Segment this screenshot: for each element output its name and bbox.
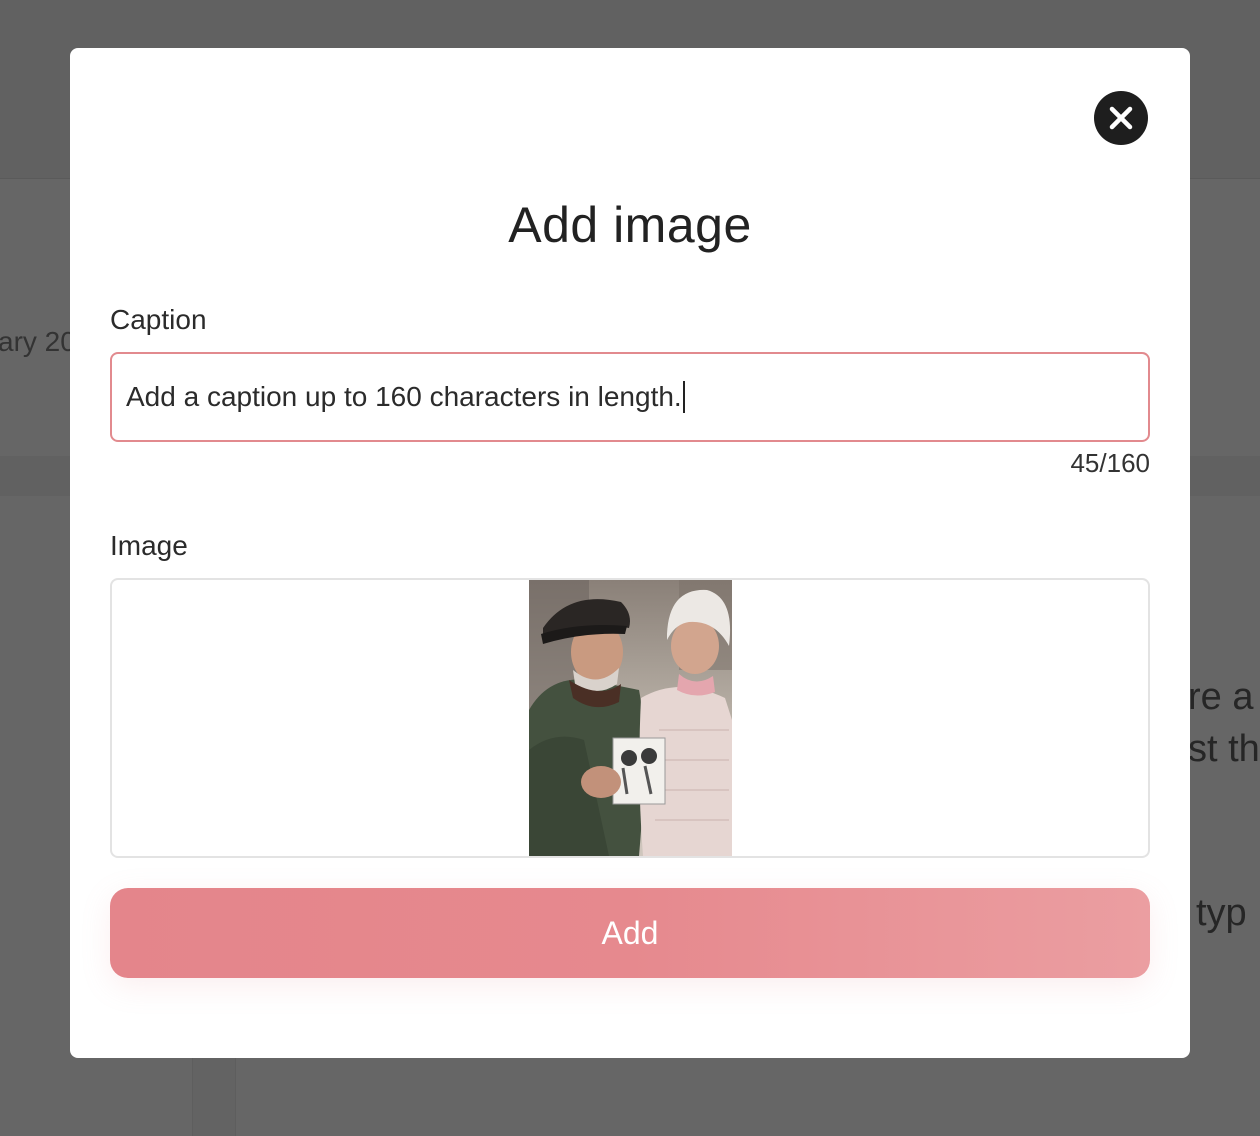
image-preview <box>529 580 732 856</box>
modal-title: Add image <box>508 197 752 253</box>
caption-input[interactable]: Add a caption up to 160 characters in le… <box>110 352 1150 442</box>
add-image-modal: Add image Caption Add a caption up to 16… <box>70 48 1190 1058</box>
image-label: Image <box>110 530 188 561</box>
background-text-line: re a <box>1188 676 1254 718</box>
caption-label: Caption <box>110 304 207 335</box>
background-text-line: typ <box>1196 892 1247 934</box>
image-upload-area[interactable] <box>110 578 1150 858</box>
background-text-line: st th <box>1188 728 1260 770</box>
close-button[interactable] <box>1094 91 1148 145</box>
background-column <box>192 1058 236 1136</box>
close-icon <box>1109 106 1133 130</box>
caption-character-counter: 45/160 <box>1070 448 1150 478</box>
background-date-text: ary 20 <box>0 326 76 357</box>
text-cursor <box>682 381 685 413</box>
add-button[interactable]: Add <box>110 888 1150 978</box>
caption-input-value: Add a caption up to 160 characters in le… <box>126 381 682 412</box>
